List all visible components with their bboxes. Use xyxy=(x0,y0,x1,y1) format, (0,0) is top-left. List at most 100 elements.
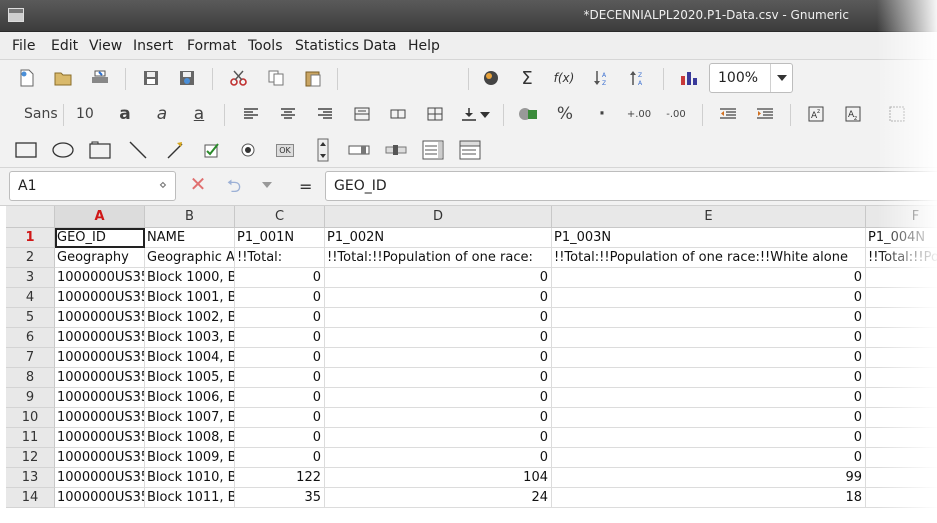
grid-cell[interactable] xyxy=(866,448,937,468)
sort-ascending-icon[interactable]: AZ xyxy=(588,66,614,90)
grid-cell[interactable]: Block 1006, B xyxy=(145,388,235,408)
grid-cell[interactable]: Block 1009, B xyxy=(145,448,235,468)
enter-formula-icon[interactable]: = xyxy=(299,177,312,196)
save-as-icon[interactable] xyxy=(174,66,200,90)
column-header-a[interactable]: A xyxy=(55,206,145,228)
grid-cell[interactable]: 0 xyxy=(552,328,866,348)
grid-cell[interactable]: 1000000US35 xyxy=(55,468,145,488)
align-left-icon[interactable] xyxy=(238,102,264,126)
row-header[interactable]: 12 xyxy=(6,448,55,468)
grid-cell[interactable]: P1_001N xyxy=(235,228,325,248)
grid-cell[interactable]: 0 xyxy=(552,268,866,288)
grid-cell[interactable]: Block 1005, B xyxy=(145,368,235,388)
sum-icon[interactable]: Σ xyxy=(514,66,540,90)
formula-input[interactable]: GEO_ID xyxy=(325,171,937,201)
combo-tool-icon[interactable] xyxy=(457,138,483,162)
grid-cell[interactable]: Block 1007, B xyxy=(145,408,235,428)
print-icon[interactable] xyxy=(87,66,113,90)
grid-cell[interactable]: P1_002N xyxy=(325,228,552,248)
grid-cell[interactable]: Block 1008, B xyxy=(145,428,235,448)
grid-cell[interactable]: 0 xyxy=(325,328,552,348)
rectangle-tool-icon[interactable] xyxy=(13,138,39,162)
column-header-e[interactable]: E xyxy=(552,206,866,228)
cancel-edit-icon[interactable]: ✕ xyxy=(187,174,209,196)
underline-icon[interactable]: a xyxy=(186,102,212,126)
chart-icon[interactable] xyxy=(676,66,702,90)
grid-cell[interactable]: 0 xyxy=(325,448,552,468)
zoom-dropdown-icon[interactable] xyxy=(770,64,792,92)
split-cells-icon[interactable] xyxy=(422,102,448,126)
copy-icon[interactable] xyxy=(263,66,289,90)
column-header-b[interactable]: B xyxy=(145,206,235,228)
column-header-f[interactable]: F xyxy=(866,206,937,228)
menu-insert[interactable]: Insert xyxy=(133,38,173,54)
grid-cell[interactable]: 1000000US35 xyxy=(55,448,145,468)
row-header[interactable]: 3 xyxy=(6,268,55,288)
grid-cell[interactable]: NAME xyxy=(145,228,235,248)
grid-cell[interactable]: 0 xyxy=(325,428,552,448)
grid-cell[interactable]: 24 xyxy=(325,488,552,508)
grid-cell[interactable]: Block 1010, B xyxy=(145,468,235,488)
zoom-combo[interactable]: 100% xyxy=(709,63,793,93)
grid-cell[interactable]: 0 xyxy=(552,448,866,468)
grid-cell[interactable]: 0 xyxy=(552,428,866,448)
row-header[interactable]: 7 xyxy=(6,348,55,368)
row-header[interactable]: 10 xyxy=(6,408,55,428)
font-name-selector[interactable]: Sans xyxy=(24,106,58,122)
grid-cell[interactable]: Block 1003, B xyxy=(145,328,235,348)
grid-cell[interactable]: !!Total: xyxy=(235,248,325,268)
active-cell[interactable]: GEO_ID xyxy=(55,228,145,248)
grid-cell[interactable]: Block 1001, B xyxy=(145,288,235,308)
grid-cell[interactable]: 0 xyxy=(235,308,325,328)
grid-cell[interactable]: 18 xyxy=(552,488,866,508)
name-box-dropdown-icon[interactable]: ⋄ xyxy=(159,178,167,193)
grid-cell[interactable]: 0 xyxy=(552,348,866,368)
accept-edit-icon[interactable]: ⮌ xyxy=(221,174,247,197)
grid-cell[interactable]: 35 xyxy=(235,488,325,508)
line-tool-icon[interactable] xyxy=(125,138,151,162)
grid-cell[interactable] xyxy=(866,288,937,308)
grid-cell[interactable]: 99 xyxy=(552,468,866,488)
increase-indent-icon[interactable] xyxy=(752,102,778,126)
grid-cell[interactable]: Block 1011, B xyxy=(145,488,235,508)
menu-tools[interactable]: Tools xyxy=(248,38,283,54)
grid-cell[interactable] xyxy=(866,488,937,508)
grid-cell[interactable]: 0 xyxy=(325,268,552,288)
frame-tool-icon[interactable] xyxy=(87,138,113,162)
menu-statistics[interactable]: Statistics xyxy=(295,38,359,54)
grid-cell[interactable]: !!Total:!!Population of one race:!!White… xyxy=(552,248,866,268)
grid-cell[interactable]: 104 xyxy=(325,468,552,488)
menu-edit[interactable]: Edit xyxy=(51,38,78,54)
bold-icon[interactable]: a xyxy=(112,102,138,126)
grid-cell[interactable]: 0 xyxy=(235,268,325,288)
grid-cell[interactable]: 0 xyxy=(552,288,866,308)
italic-icon[interactable]: a xyxy=(149,102,175,126)
grid-cell[interactable] xyxy=(866,328,937,348)
hyperlink-icon[interactable] xyxy=(478,66,504,90)
grid-cell[interactable] xyxy=(866,348,937,368)
grid-cell[interactable]: Geographic Area Name xyxy=(145,248,235,268)
grid-cell[interactable]: 1000000US35 xyxy=(55,328,145,348)
align-right-icon[interactable] xyxy=(312,102,338,126)
grid-cell[interactable]: 0 xyxy=(235,288,325,308)
grid-cell[interactable]: !!Total:!!Population xyxy=(866,248,937,268)
arrow-tool-icon[interactable] xyxy=(162,138,188,162)
grid-cell[interactable]: 0 xyxy=(325,408,552,428)
scrollbar-tool-icon[interactable] xyxy=(346,138,372,162)
grid-cell[interactable]: 0 xyxy=(235,388,325,408)
menu-view[interactable]: View xyxy=(89,38,122,54)
align-center-icon[interactable] xyxy=(275,102,301,126)
grid-cell[interactable] xyxy=(866,268,937,288)
grid-cell[interactable]: 1000000US35 xyxy=(55,388,145,408)
grid-cell[interactable]: Geography xyxy=(55,248,145,268)
grid-cell[interactable]: 0 xyxy=(235,368,325,388)
grid-cell[interactable]: 1000000US35 xyxy=(55,408,145,428)
checkbox-tool-icon[interactable] xyxy=(199,138,225,162)
grid-cell[interactable] xyxy=(866,408,937,428)
grid-cell[interactable]: 0 xyxy=(325,308,552,328)
grid-cell[interactable]: 1000000US35 xyxy=(55,368,145,388)
button-tool-icon[interactable]: OK xyxy=(272,138,298,162)
row-header[interactable]: 5 xyxy=(6,308,55,328)
menu-format[interactable]: Format xyxy=(187,38,236,54)
column-header-d[interactable]: D xyxy=(325,206,552,228)
